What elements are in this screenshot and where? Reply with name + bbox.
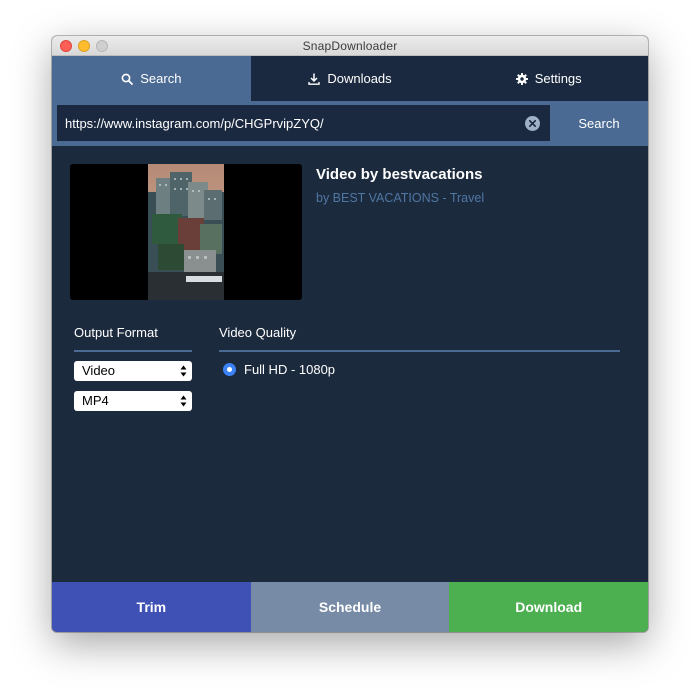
search-bar: Search — [52, 101, 648, 146]
gear-icon — [515, 72, 528, 85]
action-bar: Trim Schedule Download — [52, 582, 648, 632]
output-format-label: Output Format — [74, 325, 158, 340]
quality-radio-1080p[interactable] — [223, 363, 236, 376]
thumbnail-image — [148, 164, 224, 300]
clear-url-button[interactable] — [525, 116, 540, 131]
video-thumbnail[interactable] — [70, 164, 302, 300]
tab-search-label: Search — [140, 71, 182, 86]
main-tabs: Search Downloads Settings — [52, 56, 648, 101]
tab-downloads[interactable]: Downloads — [251, 56, 450, 101]
video-quality-divider — [219, 350, 620, 352]
video-title: Video by bestvacations — [316, 166, 483, 183]
search-button[interactable]: Search — [550, 101, 648, 146]
close-icon — [528, 119, 537, 128]
url-input[interactable] — [57, 105, 550, 141]
format-type-select[interactable]: Video — [74, 361, 192, 381]
window-title: SnapDownloader — [302, 39, 398, 53]
container-format-value: MP4 — [82, 393, 109, 408]
tab-settings[interactable]: Settings — [449, 56, 648, 101]
download-icon — [308, 73, 321, 85]
video-quality-label: Video Quality — [219, 325, 297, 340]
schedule-button[interactable]: Schedule — [250, 582, 450, 632]
app-window: SnapDownloader Search Downloads Settings… — [52, 36, 648, 632]
chevron-updown-icon — [180, 365, 187, 377]
download-button[interactable]: Download — [449, 582, 648, 632]
video-author[interactable]: by BEST VACATIONS - Travel — [316, 191, 484, 205]
title-bar: SnapDownloader — [52, 36, 648, 56]
tab-settings-label: Settings — [534, 71, 582, 86]
chevron-updown-icon — [180, 395, 187, 407]
tab-downloads-label: Downloads — [327, 71, 392, 86]
quality-option-label[interactable]: Full HD - 1080p — [244, 362, 335, 377]
search-icon — [121, 73, 134, 85]
tab-search[interactable]: Search — [52, 56, 251, 101]
output-format-divider — [74, 350, 192, 352]
format-type-value: Video — [82, 363, 116, 378]
trim-button[interactable]: Trim — [52, 582, 251, 632]
container-format-select[interactable]: MP4 — [74, 391, 192, 411]
